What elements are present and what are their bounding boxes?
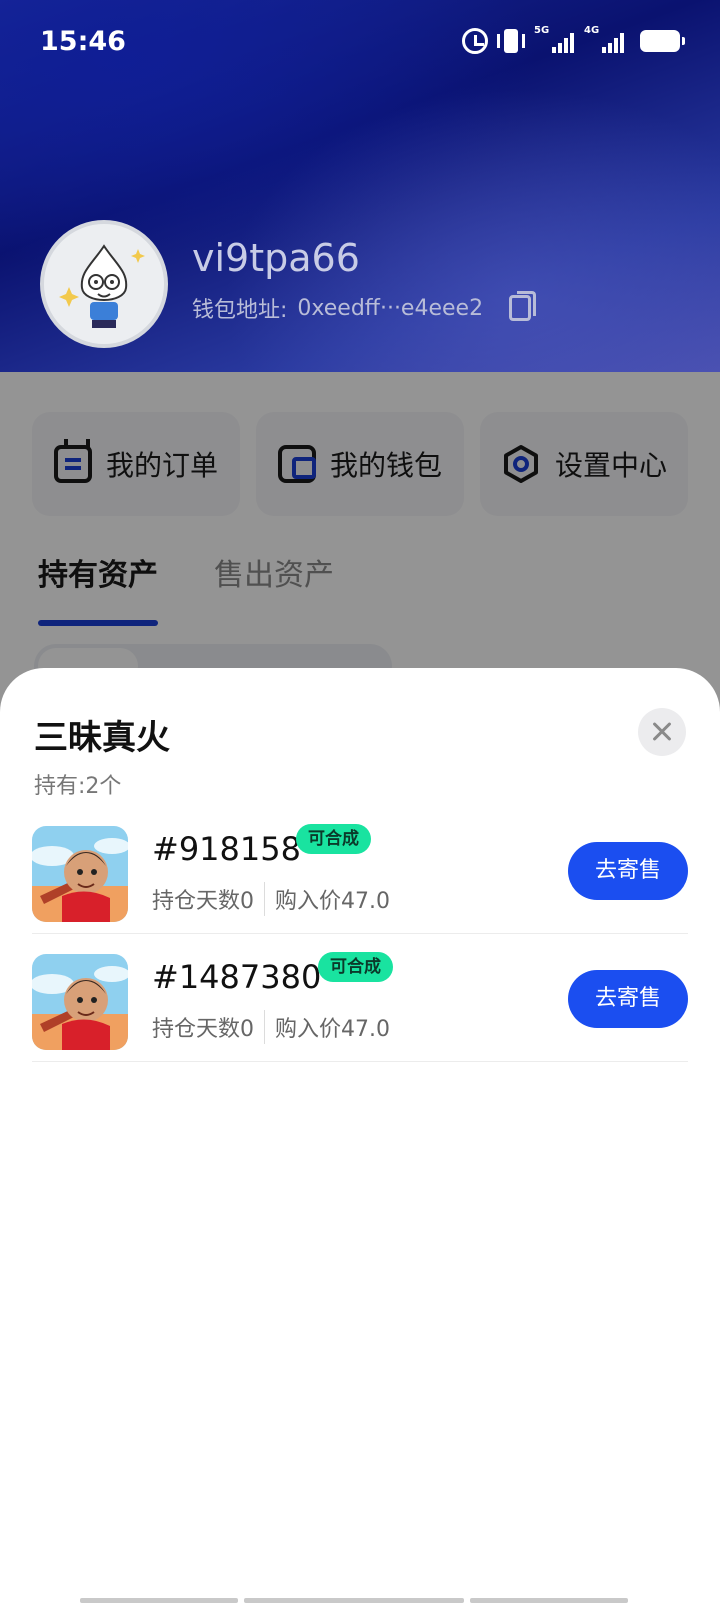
asset-serial-number: #1487380 [152, 958, 322, 996]
buy-price: 购入价47.0 [275, 1017, 390, 1042]
alarm-icon [462, 28, 488, 54]
signal-5g-icon: 5G [534, 25, 574, 53]
asset-thumbnail [32, 826, 128, 922]
wallet-label: 钱包地址: [192, 298, 288, 323]
gesture-nav-bar[interactable] [80, 1598, 640, 1604]
holding-count-row: 持有: 2个 [34, 768, 121, 800]
asset-row[interactable]: #918158 可合成 持仓天数0 购入价47.0 去寄售 [32, 806, 688, 934]
sheet-title: 三昧真火 [34, 718, 170, 758]
copy-icon[interactable] [509, 291, 537, 321]
vibrate-icon [497, 29, 525, 53]
days-held: 持仓天数0 [152, 889, 254, 914]
network-5g-label: 5G [534, 25, 550, 36]
battery-icon [640, 30, 685, 52]
username: vi9tpa66 [192, 236, 360, 280]
status-bar: 15:46 5G 4G [0, 0, 720, 84]
wallet-address: 0xeedff···e4eee2 [297, 295, 484, 321]
avatar[interactable] [40, 220, 168, 348]
asset-serial-number: #918158 [152, 830, 301, 868]
synthesizable-badge: 可合成 [318, 952, 393, 982]
holding-label: 持有: [34, 774, 86, 799]
meta-divider [264, 1010, 265, 1044]
network-4g-label: 4G [584, 25, 600, 36]
avatar-illustration [44, 224, 164, 344]
asset-bottom-sheet: 三昧真火 持有: 2个 #918158 可合成 持仓天数0 购入价47.0 去寄… [0, 668, 720, 1608]
close-icon[interactable] [638, 708, 686, 756]
consign-sell-button[interactable]: 去寄售 [568, 842, 688, 900]
asset-meta: 持仓天数0 购入价47.0 [152, 1010, 390, 1044]
consign-sell-button[interactable]: 去寄售 [568, 970, 688, 1028]
asset-row[interactable]: #1487380 可合成 持仓天数0 购入价47.0 去寄售 [32, 934, 688, 1062]
buy-price: 购入价47.0 [275, 889, 390, 914]
signal-4g-icon: 4G [584, 25, 624, 53]
status-icons: 5G 4G [462, 25, 685, 54]
meta-divider [264, 882, 265, 916]
asset-meta: 持仓天数0 购入价47.0 [152, 882, 390, 916]
days-held: 持仓天数0 [152, 1017, 254, 1042]
wallet-address-row: 钱包地址: 0xeedff···e4eee2 [192, 291, 537, 324]
status-time: 15:46 [40, 26, 126, 57]
synthesizable-badge: 可合成 [296, 824, 371, 854]
holding-count: 2个 [85, 774, 122, 799]
asset-thumbnail [32, 954, 128, 1050]
